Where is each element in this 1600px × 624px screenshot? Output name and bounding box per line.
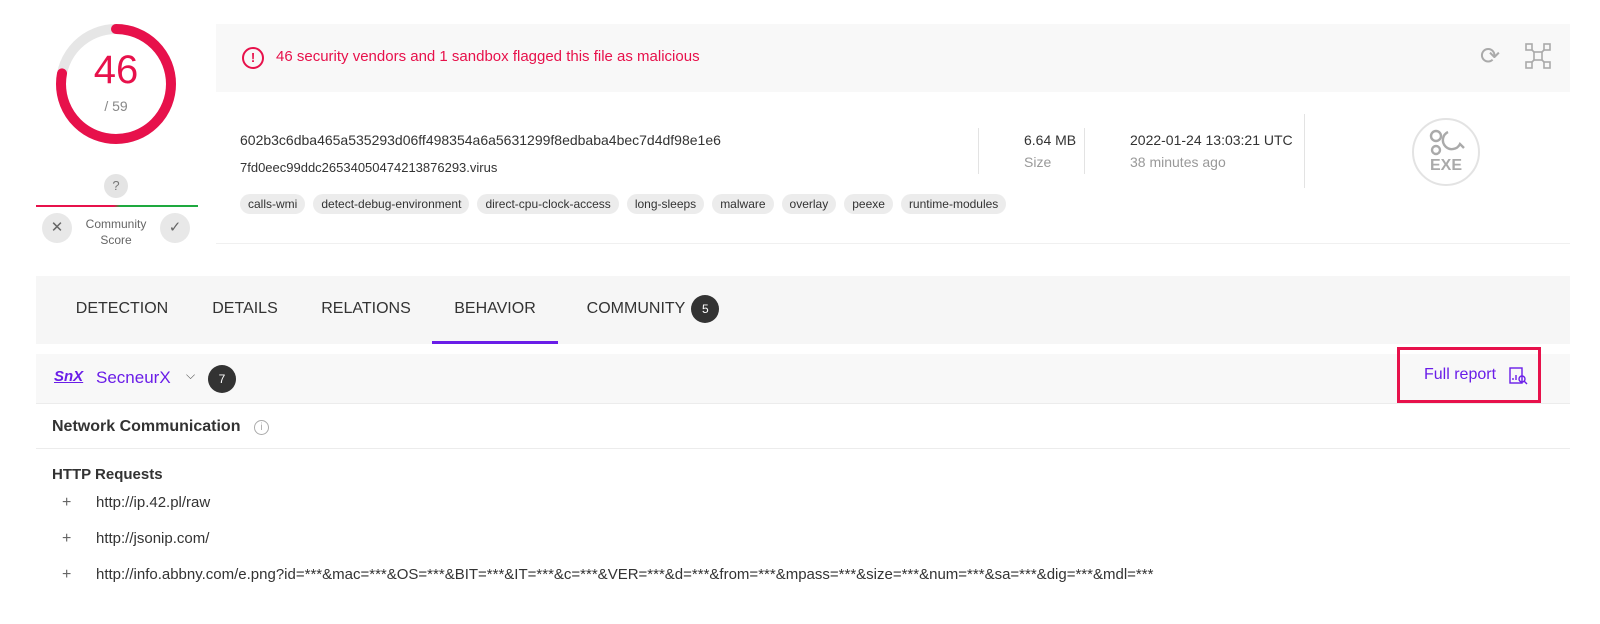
- info-icon[interactable]: i: [254, 420, 269, 435]
- expand-plus-icon[interactable]: +: [62, 566, 96, 584]
- request-row[interactable]: + http://info.abbny.com/e.png?id=***&mac=…: [62, 566, 1153, 584]
- detection-score-gauge: 46 / 59: [54, 22, 178, 146]
- file-tag[interactable]: detect-debug-environment: [313, 194, 470, 214]
- file-tag[interactable]: calls-wmi: [240, 194, 306, 214]
- tab-community-label: COMMUNITY: [586, 300, 686, 317]
- request-row[interactable]: + http://ip.42.pl/raw: [62, 494, 210, 512]
- vote-malicious-button[interactable]: ✕: [42, 213, 72, 243]
- file-tag[interactable]: long-sleeps: [626, 194, 705, 214]
- file-size-label: Size: [1024, 154, 1052, 170]
- file-hash[interactable]: 602b3c6dba465a535293d06ff498354a6a563129…: [240, 132, 721, 148]
- report-search-icon: [1509, 367, 1528, 385]
- section-title: Network Communication: [52, 418, 241, 435]
- analysis-date: 2022-01-24 13:03:21 UTC: [1130, 132, 1293, 148]
- exe-label: EXE: [1429, 157, 1462, 174]
- tab-details[interactable]: DETAILS: [202, 276, 288, 344]
- file-info-panel: 602b3c6dba465a535293d06ff498354a6a563129…: [216, 92, 1570, 244]
- divider: [36, 448, 1570, 449]
- alert-message: 46 security vendors and 1 sandbox flagge…: [276, 48, 700, 65]
- secneurx-logo: SnX: [54, 368, 84, 385]
- community-score-value: ?: [104, 174, 128, 198]
- request-url: http://info.abbny.com/e.png?id=***&mac=*…: [96, 566, 1154, 583]
- community-score-label: Community Score: [85, 217, 147, 247]
- divider: [1304, 114, 1305, 188]
- sandbox-select[interactable]: SecneurX: [96, 368, 171, 388]
- detection-total: / 59: [104, 98, 128, 114]
- file-tag[interactable]: overlay: [781, 194, 837, 214]
- request-url: http://ip.42.pl/raw: [96, 494, 211, 511]
- request-row[interactable]: + http://jsonip.com/: [62, 530, 209, 548]
- alert-icon: !: [242, 47, 264, 69]
- file-size-value: 6.64 MB: [1024, 132, 1077, 148]
- expand-plus-icon[interactable]: +: [62, 530, 96, 548]
- alert-bar: ! 46 security vendors and 1 sandbox flag…: [216, 24, 1570, 92]
- divider: [1084, 128, 1085, 174]
- chevron-down-icon[interactable]: ⌵: [186, 368, 195, 383]
- file-tag[interactable]: direct-cpu-clock-access: [477, 194, 619, 214]
- graph-summary-icon[interactable]: [1524, 42, 1552, 70]
- full-report-label: Full report: [1424, 366, 1497, 383]
- expand-plus-icon[interactable]: +: [62, 494, 96, 512]
- community-score-bar: [36, 205, 198, 207]
- subsection-title: HTTP Requests: [52, 466, 163, 483]
- exe-file-type-icon: EXE: [1412, 118, 1480, 186]
- sandbox-count-badge: 7: [208, 365, 236, 393]
- file-name: 7fd0eec99ddc26534050474213876293.virus: [240, 160, 498, 175]
- tag-list: calls-wmi detect-debug-environment direct-…: [240, 194, 1007, 214]
- detection-count: 46: [93, 48, 139, 92]
- sandbox-selector-bar: SnX SecneurX ⌵ 7 Full report: [36, 347, 1570, 404]
- divider: [978, 128, 979, 174]
- file-tag[interactable]: peexe: [844, 194, 893, 214]
- analysis-date-relative: 38 minutes ago: [1130, 154, 1226, 170]
- tab-community[interactable]: COMMUNITY 5: [578, 276, 728, 344]
- tab-behavior[interactable]: BEHAVIOR: [432, 276, 558, 344]
- tab-relations[interactable]: RELATIONS: [312, 276, 420, 344]
- full-report-button[interactable]: Full report: [1397, 347, 1541, 403]
- refresh-icon[interactable]: ⟳: [1477, 44, 1503, 70]
- request-url: http://jsonip.com/: [96, 530, 210, 547]
- report-tabs: DETECTION DETAILS RELATIONS BEHAVIOR COM…: [36, 276, 1570, 344]
- community-count-badge: 5: [691, 294, 720, 323]
- file-tag[interactable]: runtime-modules: [900, 194, 1007, 214]
- tab-detection[interactable]: DETECTION: [60, 276, 184, 344]
- vote-harmless-button[interactable]: ✓: [160, 213, 190, 243]
- file-tag[interactable]: malware: [712, 194, 774, 214]
